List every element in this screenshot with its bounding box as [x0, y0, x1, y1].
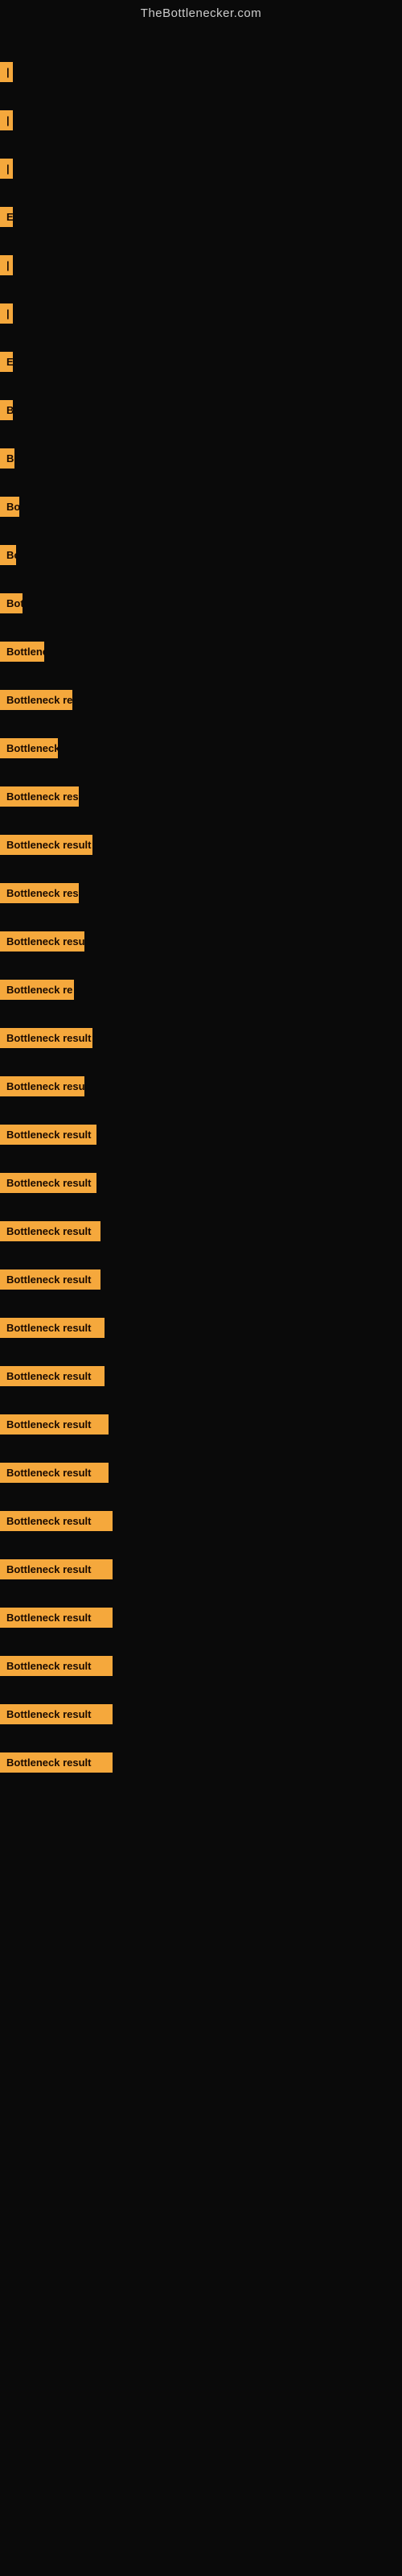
bottleneck-label: B	[0, 400, 13, 420]
list-item: Bottleneck re	[0, 675, 402, 724]
list-item: Bottleneck result	[0, 1255, 402, 1303]
list-item: |	[0, 241, 402, 289]
list-item: Bottleneck resu	[0, 917, 402, 965]
bottleneck-label: |	[0, 62, 13, 82]
list-item: Bottleneck res	[0, 772, 402, 820]
list-item: Bottleneck re	[0, 965, 402, 1013]
list-item: Bottleneck result	[0, 1013, 402, 1062]
bottleneck-label: Bottleneck result	[0, 1414, 109, 1435]
bottleneck-label: Bottleneck result	[0, 1221, 100, 1241]
bottleneck-label: Bottleneck result	[0, 1125, 96, 1145]
list-item: Bott	[0, 579, 402, 627]
list-item: Bo	[0, 434, 402, 482]
bottleneck-label: Bottleneck	[0, 738, 58, 758]
bottleneck-label: Bottleneck resu	[0, 1076, 84, 1096]
bottleneck-label: Bottleneck result	[0, 1463, 109, 1483]
bottleneck-label: |	[0, 110, 13, 130]
bottleneck-label: Bottleneck result	[0, 1608, 113, 1628]
list-item: Bot	[0, 482, 402, 530]
list-item: Bottleneck result	[0, 1545, 402, 1593]
bottleneck-label: Bottleneck result	[0, 1269, 100, 1290]
list-item: Bottleneck resu	[0, 1062, 402, 1110]
bottleneck-label: Bottleneck result	[0, 1511, 113, 1531]
bottleneck-label: Bottleneck re	[0, 980, 74, 1000]
list-item: Bottleneck	[0, 724, 402, 772]
list-item: Bottlene	[0, 627, 402, 675]
list-item: B	[0, 386, 402, 434]
list-item: Bottleneck result	[0, 1110, 402, 1158]
list-item: |	[0, 47, 402, 96]
list-item: Bottleneck result	[0, 1641, 402, 1690]
bottleneck-label: |	[0, 255, 13, 275]
list-item: Bo	[0, 530, 402, 579]
list-item: |	[0, 289, 402, 337]
bottleneck-label: Bottleneck result	[0, 1318, 105, 1338]
bottleneck-label: Bot	[0, 497, 19, 517]
list-item: Bottleneck result	[0, 1158, 402, 1207]
bottleneck-label: Bottleneck result	[0, 1366, 105, 1386]
list-item: Bottleneck result	[0, 1303, 402, 1352]
list-item: |	[0, 144, 402, 192]
bottleneck-label: Bottleneck result	[0, 1752, 113, 1773]
bottleneck-label: E	[0, 352, 13, 372]
bottleneck-label: Bo	[0, 545, 16, 565]
bottleneck-label: E	[0, 207, 13, 227]
bottleneck-label: Bottleneck res	[0, 883, 79, 903]
list-item: E	[0, 192, 402, 241]
bottleneck-label: Bottleneck result	[0, 1704, 113, 1724]
bottleneck-label: Bottleneck resu	[0, 931, 84, 952]
bottleneck-label: |	[0, 159, 13, 179]
list-item: Bottleneck result	[0, 1352, 402, 1400]
bottleneck-label: |	[0, 303, 13, 324]
bottleneck-label: Bottleneck result	[0, 1173, 96, 1193]
list-item: Bottleneck result	[0, 1496, 402, 1545]
list-item: Bottleneck result	[0, 1593, 402, 1641]
bottleneck-label: Bottleneck result	[0, 1559, 113, 1579]
list-item: Bottleneck result	[0, 1400, 402, 1448]
list-item: Bottleneck result	[0, 1207, 402, 1255]
bottleneck-label: Bottleneck result	[0, 1028, 92, 1048]
list-item: |	[0, 96, 402, 144]
list-item: Bottleneck result	[0, 1690, 402, 1738]
bottleneck-label: Bottleneck result	[0, 835, 92, 855]
list-item: Bottleneck result	[0, 1738, 402, 1786]
bottleneck-label: Bott	[0, 593, 23, 613]
list-item: Bottleneck res	[0, 869, 402, 917]
list-item: E	[0, 337, 402, 386]
site-title: TheBottlenecker.com	[0, 0, 402, 23]
list-item: Bottleneck result	[0, 820, 402, 869]
bottleneck-label: Bottlene	[0, 642, 44, 662]
list-item: Bottleneck result	[0, 1448, 402, 1496]
bottleneck-label: Bottleneck re	[0, 690, 72, 710]
bottleneck-label: Bottleneck res	[0, 786, 79, 807]
bottleneck-label: Bo	[0, 448, 14, 469]
bottleneck-label: Bottleneck result	[0, 1656, 113, 1676]
items-container: | | | E | | E B Bo Bot Bo Bott Bottlene Bottleneck re…	[0, 23, 402, 1786]
